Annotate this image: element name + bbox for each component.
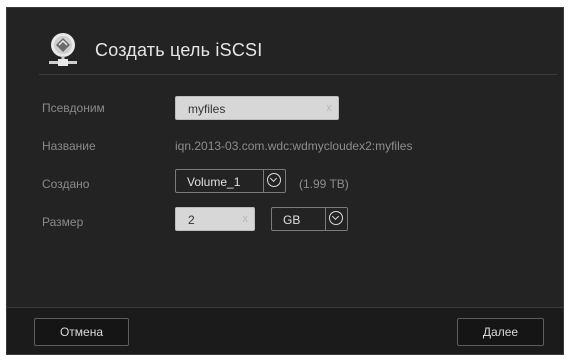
size-value: 2 xyxy=(188,213,195,227)
volume-capacity: (1.99 TB) xyxy=(299,177,349,191)
volume-select-toggle[interactable] xyxy=(263,170,285,192)
cloud-network-icon xyxy=(43,30,83,70)
size-unit-value: GB xyxy=(283,213,301,227)
size-unit-select[interactable]: GB xyxy=(271,207,348,231)
name-label: Название xyxy=(42,139,96,153)
size-label: Размер xyxy=(42,215,84,229)
alias-value: myfiles xyxy=(188,102,226,116)
target-name-value: iqn.2013-03.com.wdc:wdmycloudex2:myfiles xyxy=(175,139,413,153)
chevron-down-icon xyxy=(329,211,343,225)
cancel-button[interactable]: Отмена xyxy=(34,318,129,346)
alias-input[interactable]: myfiles x xyxy=(175,96,339,120)
volume-select-value: Volume_1 xyxy=(187,175,241,189)
alias-label: Псевдоним xyxy=(42,101,105,115)
size-input[interactable]: 2 x xyxy=(175,207,255,231)
alias-clear-icon[interactable]: x xyxy=(327,102,333,114)
dialog-footer: Отмена Далее xyxy=(7,307,563,354)
volume-select[interactable]: Volume_1 xyxy=(175,169,286,193)
size-unit-toggle[interactable] xyxy=(325,208,347,230)
dialog-header: Создать цель iSCSI xyxy=(7,8,563,76)
created-on-label: Создано xyxy=(42,177,90,191)
header-divider xyxy=(39,74,557,75)
next-button[interactable]: Далее xyxy=(457,318,544,346)
size-clear-icon[interactable]: x xyxy=(243,213,249,225)
chevron-down-icon xyxy=(267,173,281,187)
dialog-title: Создать цель iSCSI xyxy=(95,40,263,60)
create-iscsi-target-dialog: Создать цель iSCSI Псевдоним myfiles x Н… xyxy=(6,7,564,355)
